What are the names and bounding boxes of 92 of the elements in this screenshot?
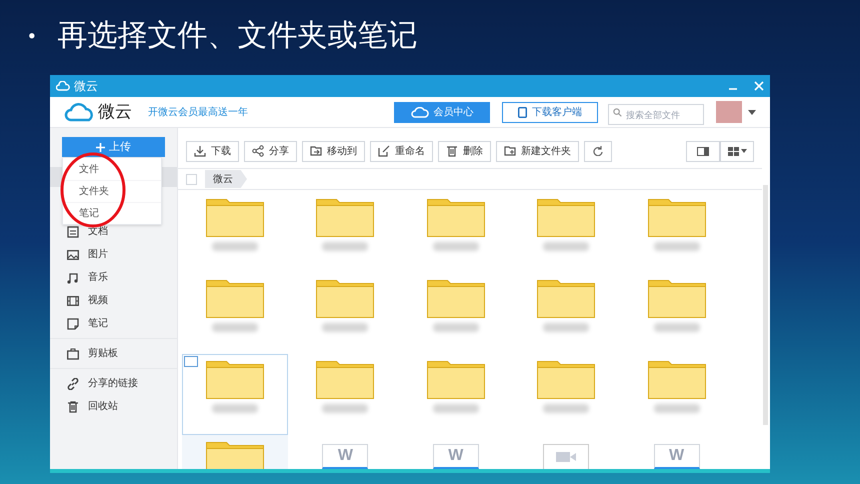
folder-icon [648,280,706,318]
caret-icon[interactable] [748,110,756,114]
plus-icon [96,142,105,152]
download-icon [194,145,206,157]
checkbox[interactable] [184,356,198,367]
panel-icon [697,146,709,156]
cloud-icon [410,106,428,118]
folder-icon [316,280,374,318]
music-note-icon [67,272,79,284]
sidebar-item[interactable]: 分享的链接 [50,372,177,395]
close-icon[interactable] [754,81,764,91]
folder-icon [206,280,264,318]
share-icon [252,145,264,157]
sidebar-item[interactable]: 剪贴板 [50,342,177,365]
toolbar-button[interactable]: 删除 [438,140,491,162]
word-document-icon: W [654,444,700,469]
trash-icon [67,400,79,412]
tablet-icon [518,106,527,118]
blurred-file-name [432,404,479,413]
scrollbar[interactable] [763,185,768,425]
blurred-file-name [322,242,368,251]
blurred-file-name [654,404,700,413]
preview-pane-button[interactable] [686,140,720,162]
sidebar-item[interactable]: 笔记 [50,312,177,335]
sidebar-item[interactable]: 音乐 [50,266,177,289]
toolbar-button[interactable]: 重命名 [370,140,433,162]
folder-icon [426,199,485,237]
blurred-file-name [212,323,258,332]
menu-item[interactable]: 笔记 [63,202,161,224]
folder-icon [537,280,596,318]
blurred-file-name [212,242,258,251]
folder-icon [426,280,485,318]
folder-arrow-icon [310,145,322,157]
grid-icon [728,146,738,156]
select-all-checkbox[interactable] [186,174,197,184]
blurred-file-name [432,242,479,251]
menu-item[interactable]: 文件 [63,158,161,180]
sidebar-item[interactable]: 图片 [50,243,177,266]
folder-icon [316,199,374,237]
grid-view-button[interactable] [720,140,754,162]
window-title: 微云 [74,78,98,95]
menu-item[interactable]: 文件夹 [63,180,161,202]
note-icon [67,318,79,330]
cloud-logo-icon [64,102,96,122]
toolbar-button[interactable]: 分享 [244,140,297,162]
download-client-button[interactable]: 下载客户端 [502,102,598,122]
folder-icon [537,199,596,237]
film-icon [67,294,79,306]
sidebar-item[interactable]: 回收站 [50,395,177,418]
file-item[interactable] [182,354,288,435]
link-icon [67,378,79,390]
edit-icon [378,145,390,157]
folder-icon [648,361,706,399]
word-document-icon: W [322,444,368,469]
bullet-mark: • [28,22,36,50]
folder-icon [206,442,264,469]
toolbar-button[interactable]: 下载 [186,140,239,162]
toolbar-button[interactable]: 移动到 [302,140,365,162]
blurred-file-name [322,323,368,332]
cloud-icon [56,81,70,91]
image-icon [67,248,79,260]
blurred-file-name [543,242,590,251]
folder-icon [206,361,264,399]
search-icon [613,108,622,116]
toolbar-button[interactable]: 新建文件夹 [496,140,579,162]
word-document-icon: W [432,444,479,469]
clipboard-icon [67,348,79,360]
blurred-file-name [543,404,590,413]
video-file-icon [543,444,590,469]
blurred-file-name [212,404,258,413]
folder-icon [316,361,374,399]
blurred-file-name [654,323,700,332]
search-field[interactable]: 搜索全部文件 [608,104,704,125]
folder-icon [648,199,706,237]
folder-icon [537,361,596,399]
sidebar-item[interactable]: 视频 [50,289,177,312]
breadcrumb-item[interactable]: 微云 [205,170,247,188]
blurred-file-name [322,404,368,413]
logo-text: 微云 [98,101,132,124]
refresh-button[interactable] [584,140,612,162]
blurred-file-name [432,323,479,332]
slide-title: 再选择文件、文件夹或笔记 [58,18,418,54]
document-icon [67,226,79,238]
blurred-file-name [543,323,590,332]
folder-icon [206,199,264,237]
blurred-file-name [654,242,700,251]
caret-icon [740,149,746,153]
promo-link[interactable]: 开微云会员最高送一年 [148,104,248,120]
refresh-icon [593,146,603,156]
folder-plus-icon [504,145,516,157]
folder-icon [426,361,485,399]
trash-icon [446,145,458,157]
